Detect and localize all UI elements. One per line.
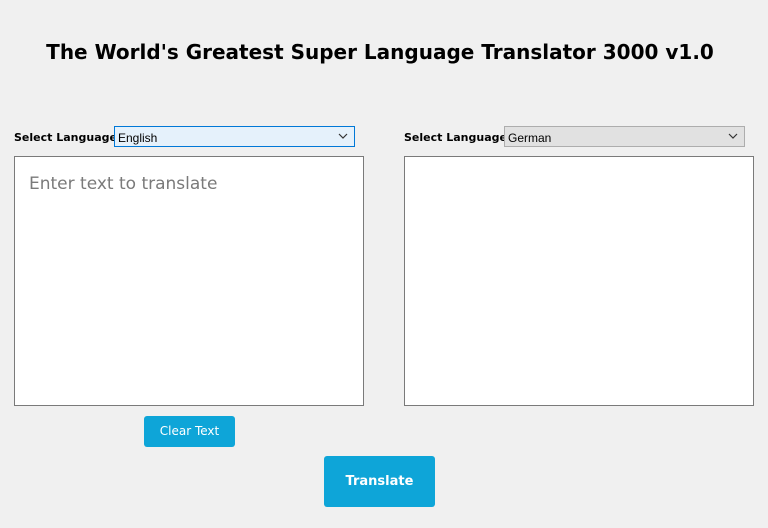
target-language-value: German bbox=[508, 131, 552, 145]
source-language-label: Select Language: bbox=[14, 131, 122, 144]
source-language-value: English bbox=[118, 131, 158, 145]
clear-text-button[interactable]: Clear Text bbox=[144, 416, 235, 447]
target-language-label: Select Language: bbox=[404, 131, 512, 144]
target-language-select[interactable]: German bbox=[504, 126, 745, 147]
chevron-down-icon bbox=[728, 133, 738, 139]
source-text-input[interactable] bbox=[14, 156, 364, 406]
source-language-select[interactable]: English bbox=[114, 126, 355, 147]
translate-button[interactable]: Translate bbox=[324, 456, 435, 507]
translated-text-output[interactable] bbox=[404, 156, 754, 406]
chevron-down-icon bbox=[338, 133, 348, 139]
app-title: The World's Greatest Super Language Tran… bbox=[46, 40, 714, 64]
